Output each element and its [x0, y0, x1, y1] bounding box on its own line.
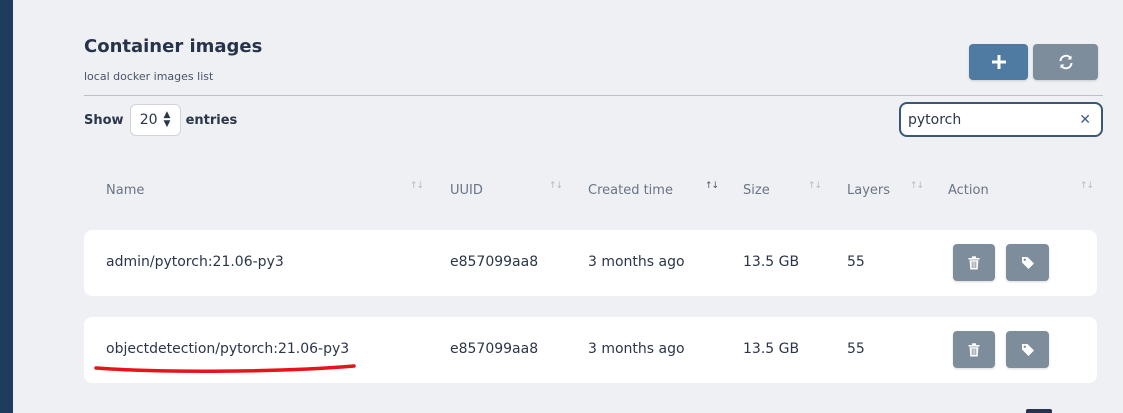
delete-image-button[interactable] — [953, 331, 995, 368]
select-arrows-icon: ▲ ▼ — [163, 110, 171, 129]
image-name: admin/pytorch:21.06-py3 — [106, 254, 284, 270]
delete-image-button[interactable] — [953, 244, 995, 281]
created-time: 3 months ago — [588, 341, 685, 357]
sort-icon[interactable]: ↑↓ — [808, 181, 822, 191]
entries-control: Show 20 ▲ ▼ entries — [84, 104, 237, 136]
sort-icon[interactable]: ↑↓ — [910, 181, 924, 191]
trash-icon — [968, 255, 980, 269]
tag-image-button[interactable] — [1006, 331, 1049, 368]
table-row: admin/pytorch:21.06-py3 e857099aa8 3 mon… — [84, 230, 1097, 296]
image-uuid: e857099aa8 — [450, 341, 539, 357]
column-header-created-time[interactable]: Created time — [588, 183, 673, 198]
sort-icon[interactable]: ↑↓ — [1080, 181, 1094, 191]
page-title: Container images — [84, 36, 263, 57]
refresh-icon — [1059, 54, 1072, 70]
sidebar — [0, 0, 13, 413]
column-header-name[interactable]: Name — [106, 183, 144, 198]
page-size-value: 20 — [139, 112, 158, 128]
image-uuid: e857099aa8 — [450, 254, 539, 270]
column-header-action: Action — [948, 183, 989, 198]
show-label: Show — [84, 112, 124, 128]
tag-image-button[interactable] — [1006, 244, 1049, 281]
trash-icon — [968, 342, 980, 356]
tag-icon — [1021, 256, 1034, 269]
highlight-underline — [94, 364, 356, 373]
sort-icon[interactable]: ↑↓ — [549, 181, 563, 191]
image-size: 13.5 GB — [743, 341, 800, 357]
tag-icon — [1021, 343, 1034, 356]
sort-icon[interactable]: ↑↓ — [410, 181, 424, 191]
refresh-button[interactable] — [1033, 44, 1098, 80]
entries-label: entries — [185, 112, 238, 128]
pagination-item[interactable] — [1026, 409, 1052, 413]
created-time: 3 months ago — [588, 254, 685, 270]
page-subtitle: local docker images list — [84, 70, 214, 83]
image-name: objectdetection/pytorch:21.06-py3 — [106, 341, 350, 357]
search-box: ✕ — [899, 102, 1103, 137]
search-input[interactable] — [908, 111, 1058, 128]
close-icon[interactable]: ✕ — [1079, 112, 1091, 128]
image-layers: 55 — [847, 341, 865, 357]
sort-descending-icon[interactable]: ↑↓ — [705, 181, 719, 191]
page-size-select[interactable]: 20 ▲ ▼ — [129, 104, 181, 136]
image-layers: 55 — [847, 254, 865, 270]
column-header-size[interactable]: Size — [743, 183, 770, 198]
image-size: 13.5 GB — [743, 254, 800, 270]
header-divider — [84, 95, 1103, 96]
add-image-button[interactable] — [969, 44, 1028, 80]
column-header-layers[interactable]: Layers — [847, 183, 890, 198]
plus-icon — [991, 55, 1006, 69]
column-header-uuid[interactable]: UUID — [450, 183, 483, 198]
